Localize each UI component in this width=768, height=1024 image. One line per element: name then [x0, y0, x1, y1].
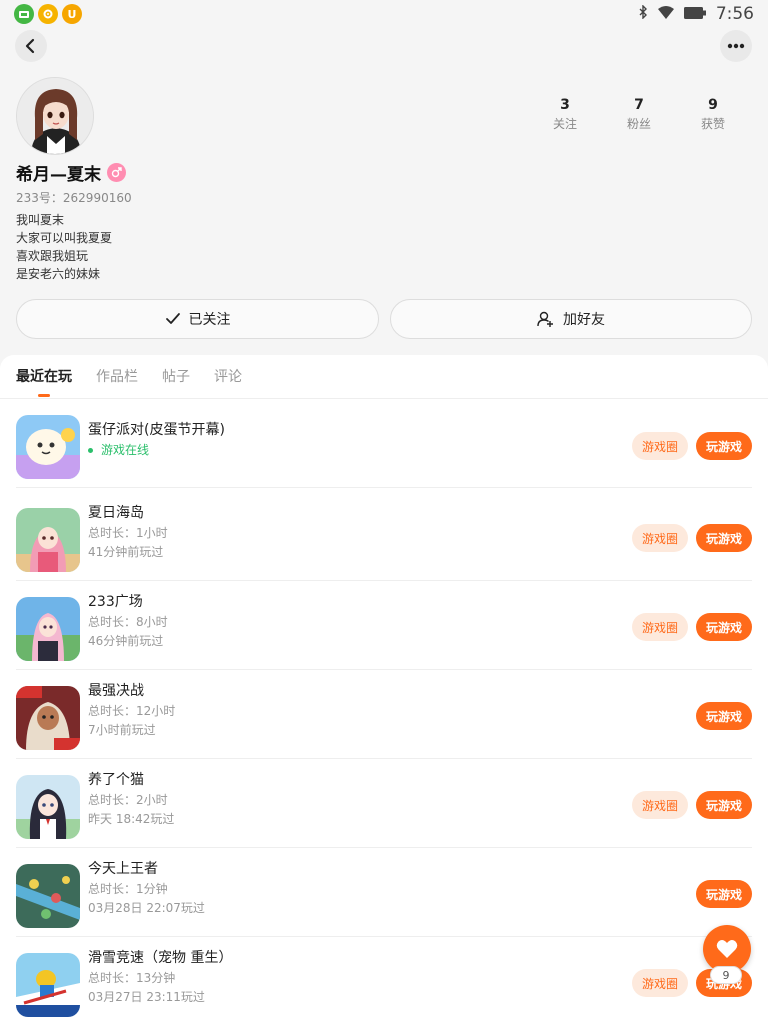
check-icon — [165, 313, 180, 324]
add-friend-button[interactable]: 加好友 — [390, 299, 752, 339]
game-icon-king-today[interactable] — [16, 864, 80, 928]
game-circle-button[interactable]: 游戏圈 — [632, 613, 688, 641]
stat-followers[interactable]: 7 粉丝 — [622, 96, 656, 134]
play-game-button[interactable]: 玩游戏 — [696, 613, 752, 641]
following-button-label: 已关注 — [188, 312, 231, 328]
game-icon-strongest-battle[interactable] — [16, 686, 80, 750]
tab-recent-games[interactable]: 最近在玩 — [16, 355, 72, 399]
game-icon-233-plaza[interactable] — [16, 597, 80, 661]
content-panel: 最近在玩 作品栏 帖子 评论 蛋仔派对(皮蛋节开幕) 游戏在线 游戏圈 玩游戏 … — [0, 355, 768, 1024]
user-id: 233号：262990160 — [16, 191, 132, 205]
following-button[interactable]: 已关注 — [16, 299, 379, 339]
game-row[interactable]: 滑雪竞速（宠物 重生） 总时长：13分钟 03月27日 23:11玩过 游戏圈 … — [16, 937, 752, 1024]
game-circle-button[interactable]: 游戏圈 — [632, 969, 688, 997]
bio: 我叫夏末 大家可以叫我夏夏 喜欢跟我姐玩 是安老六的妹妹 — [16, 211, 112, 283]
game-row[interactable]: 养了个猫 总时长：2小时 昨天 18:42玩过 游戏圈 玩游戏 — [16, 759, 752, 848]
stat-value: 9 — [708, 97, 718, 113]
stat-following[interactable]: 3 关注 — [548, 96, 582, 134]
bio-line: 大家可以叫我夏夏 — [16, 231, 113, 245]
game-playtime: 总时长：12小时 — [88, 704, 176, 718]
game-playtime: 总时长：1分钟 — [88, 882, 168, 896]
play-game-button[interactable]: 玩游戏 — [696, 702, 752, 730]
game-icon-eggy-party[interactable] — [16, 415, 80, 479]
game-last-played: 昨天 18:42玩过 — [88, 812, 175, 826]
battery-icon — [683, 4, 706, 24]
game-name: 最强决战 — [88, 683, 144, 699]
bio-line: 我叫夏末 — [16, 213, 65, 227]
game-circle-button[interactable]: 游戏圈 — [632, 432, 688, 460]
game-name: 滑雪竞速（宠物 重生） — [88, 950, 233, 966]
game-name: 今天上王者 — [88, 861, 158, 877]
game-playtime: 总时长：8小时 — [88, 615, 168, 629]
status-time: 7:56 — [715, 4, 754, 24]
female-icon — [107, 163, 126, 182]
game-last-played: 41分钟前玩过 — [88, 545, 164, 559]
stat-value: 3 — [560, 97, 570, 113]
tab-works[interactable]: 作品栏 — [96, 355, 138, 399]
game-row[interactable]: 今天上王者 总时长：1分钟 03月28日 22:07玩过 玩游戏 — [16, 848, 752, 937]
bio-line: 是安老六的妹妹 — [16, 267, 101, 281]
back-arrow-icon — [25, 38, 35, 54]
add-friend-button-label: 加好友 — [563, 312, 605, 328]
profile-name: 希月—夏末 — [16, 165, 101, 185]
more-dots-icon — [727, 43, 745, 49]
online-status: 游戏在线 — [88, 441, 149, 459]
profile-tabs: 最近在玩 作品栏 帖子 评论 — [0, 355, 768, 399]
game-playtime: 总时长：13分钟 — [88, 971, 176, 985]
game-circle-button[interactable]: 游戏圈 — [632, 791, 688, 819]
bio-line: 喜欢跟我姐玩 — [16, 249, 89, 263]
game-icon-raise-a-cat[interactable] — [16, 775, 80, 839]
gear-app-icon — [38, 4, 58, 24]
name-row: 希月—夏末 — [16, 160, 126, 185]
game-name: 蛋仔派对(皮蛋节开幕) — [88, 422, 225, 438]
avatar[interactable] — [16, 77, 94, 155]
game-row[interactable]: 夏日海岛 总时长：1小时 41分钟前玩过 游戏圈 玩游戏 — [16, 492, 752, 581]
game-name: 233广场 — [88, 594, 143, 610]
stat-value: 7 — [634, 97, 644, 113]
game-name: 养了个猫 — [88, 772, 144, 788]
status-right: 7:56 — [638, 4, 754, 24]
game-last-played: 03月27日 23:11玩过 — [88, 990, 205, 1004]
play-game-button[interactable]: 玩游戏 — [696, 791, 752, 819]
stat-label: 粉丝 — [626, 117, 651, 131]
more-button[interactable] — [720, 30, 752, 62]
tab-posts[interactable]: 帖子 — [162, 355, 190, 399]
play-game-button[interactable]: 玩游戏 — [696, 524, 752, 552]
play-game-button[interactable]: 玩游戏 — [696, 880, 752, 908]
add-person-icon — [537, 311, 553, 327]
game-row[interactable]: 最强决战 总时长：12小时 7小时前玩过 玩游戏 — [16, 670, 752, 759]
game-name: 夏日海岛 — [88, 505, 144, 521]
bluetooth-icon — [638, 4, 648, 24]
wifi-icon — [657, 4, 674, 24]
game-last-played: 7小时前玩过 — [88, 723, 156, 737]
game-circle-button[interactable]: 游戏圈 — [632, 524, 688, 552]
heart-icon — [716, 940, 738, 958]
stat-label: 关注 — [552, 117, 577, 131]
game-last-played: 03月28日 22:07玩过 — [88, 901, 205, 915]
status-app-badges: U — [14, 4, 82, 24]
green-app-icon — [14, 4, 34, 24]
back-button[interactable] — [15, 30, 47, 62]
tab-comments[interactable]: 评论 — [214, 355, 242, 399]
game-icon-summer-island[interactable] — [16, 508, 80, 572]
game-playtime: 总时长：1小时 — [88, 526, 168, 540]
game-row[interactable]: 233广场 总时长：8小时 46分钟前玩过 游戏圈 玩游戏 — [16, 581, 752, 670]
status-bar: U 7:56 — [0, 0, 768, 28]
online-dot-icon — [88, 447, 93, 453]
game-last-played: 46分钟前玩过 — [88, 634, 164, 648]
play-game-button[interactable]: 玩游戏 — [696, 432, 752, 460]
game-icon-ski-racing[interactable] — [16, 953, 80, 1017]
stat-label: 获赞 — [700, 117, 725, 131]
game-row[interactable]: 蛋仔派对(皮蛋节开幕) 游戏在线 游戏圈 玩游戏 — [16, 399, 752, 488]
u-app-icon: U — [62, 4, 82, 24]
like-count-badge: 9 — [710, 966, 742, 984]
stat-likes[interactable]: 9 获赞 — [696, 96, 730, 134]
profile-stats: 3 关注 7 粉丝 9 获赞 — [548, 96, 730, 134]
game-playtime: 总时长：2小时 — [88, 793, 168, 807]
